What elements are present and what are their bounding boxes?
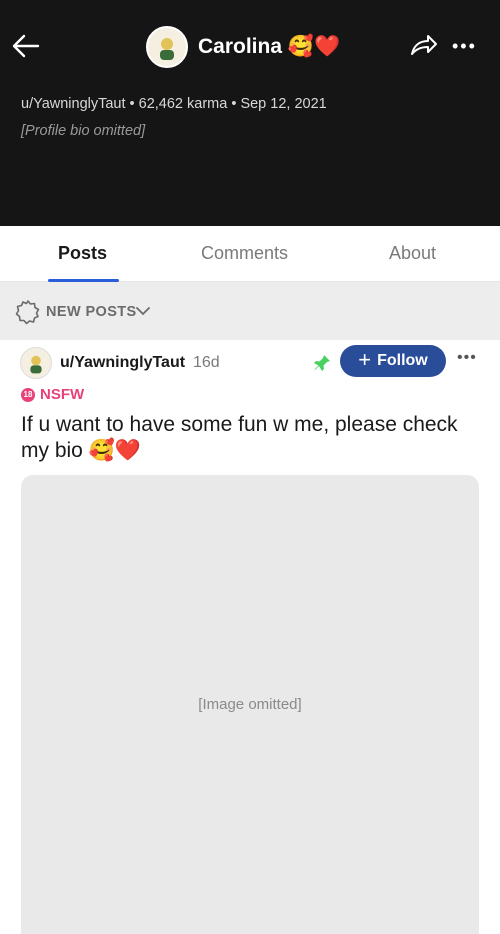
profile-title-group: Carolina 🥰❤️ (146, 24, 340, 70)
nsfw-tag: 18 NSFW (21, 386, 84, 403)
avatar-icon (30, 355, 42, 374)
plus-icon: + (358, 347, 372, 372)
share-icon[interactable] (408, 30, 438, 60)
sort-bar[interactable]: NEW POSTS (0, 282, 500, 340)
sort-label: NEW POSTS (46, 304, 137, 320)
post-media-placeholder[interactable]: [Image omitted] (21, 475, 479, 934)
back-arrow-icon[interactable] (10, 30, 42, 62)
bio-omitted-note: [Profile bio omitted] (21, 123, 146, 139)
chevron-down-icon (136, 307, 150, 316)
top-bar: Carolina 🥰❤️ ••• (0, 22, 500, 72)
avatar[interactable] (146, 26, 188, 68)
profile-tabs: Posts Comments About (0, 226, 500, 282)
post-title[interactable]: If u want to have some fun w me, please … (21, 412, 461, 464)
new-badge-icon (15, 300, 40, 325)
tab-posts[interactable]: Posts (58, 243, 107, 264)
more-options-icon[interactable]: ••• (452, 37, 477, 55)
nsfw-label: NSFW (40, 386, 85, 403)
profile-meta: u/YawninglyTaut • 62,462 karma • Sep 12,… (21, 96, 327, 112)
tab-comments[interactable]: Comments (201, 243, 288, 264)
follow-label: Follow (377, 352, 428, 369)
post-card[interactable]: u/YawninglyTaut 16d + Follow ••• 18 NSFW… (0, 340, 500, 934)
media-omitted-note: [Image omitted] (198, 696, 302, 713)
avatar-icon (160, 38, 174, 60)
post-age: 16d (193, 354, 220, 371)
post-more-options-icon[interactable]: ••• (457, 349, 477, 367)
pin-icon (314, 355, 330, 371)
profile-title: Carolina 🥰❤️ (198, 35, 341, 58)
post-author[interactable]: u/YawninglyTaut (60, 354, 185, 372)
tab-about[interactable]: About (389, 243, 436, 264)
follow-button[interactable]: + Follow (340, 345, 446, 377)
post-author-avatar[interactable] (20, 347, 52, 379)
nsfw-18-icon: 18 (21, 387, 35, 402)
profile-header: Carolina 🥰❤️ ••• u/YawninglyTaut • 62,46… (0, 0, 500, 226)
